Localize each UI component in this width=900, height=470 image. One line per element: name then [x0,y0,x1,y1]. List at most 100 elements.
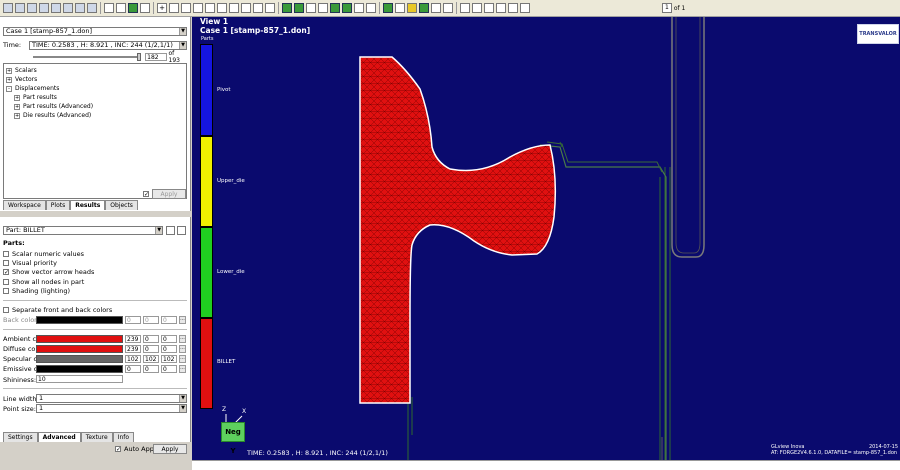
animate-icon[interactable] [460,3,470,13]
collapse-icon[interactable]: - [6,85,12,92]
checkbox-box[interactable] [3,260,9,266]
specular-g[interactable]: 102 [143,355,159,363]
part-next-icon[interactable] [177,225,186,235]
emissive-color-swatch[interactable] [36,365,123,373]
mesh-icon[interactable] [318,3,328,13]
specular-picker-button[interactable]: ... [179,355,186,363]
export-icon[interactable] [51,3,61,13]
tab-settings[interactable]: Settings [3,432,38,442]
checkbox-box[interactable] [3,279,9,285]
ambient-color-swatch[interactable] [36,335,123,343]
part-select[interactable]: Part: BILLET ▼ [3,225,164,235]
checkbox-shading[interactable]: Shading (lighting) [3,286,187,296]
expand-icon[interactable]: + [14,94,20,101]
view-orientation-cube[interactable]: Neg Y [221,422,245,455]
tab-texture[interactable]: Texture [80,432,113,442]
shininess-input[interactable]: 10 [36,375,123,383]
expand-icon[interactable]: + [6,67,12,74]
expand-icon[interactable]: + [14,112,20,119]
specular-b[interactable]: 102 [161,355,177,363]
case-select[interactable]: Case 1 [stamp-857_1.don] ▼ [3,26,187,36]
emissive-picker-button[interactable]: ... [179,365,186,373]
expand-icon[interactable]: + [6,76,12,83]
diffuse-g[interactable]: 0 [143,345,159,353]
back-color-picker-button[interactable]: ... [179,316,186,324]
measure-icon[interactable] [241,3,251,13]
viewport-3d[interactable]: View 1 Case 1 [stamp-857_1.don] Parts Pi… [192,17,900,460]
checkbox-separate-colors[interactable]: Separate front and back colors [3,305,187,315]
shade-icon[interactable] [366,3,376,13]
view-back-icon[interactable] [443,3,453,13]
diffuse-color-swatch[interactable] [36,345,123,353]
mirror-icon[interactable] [265,3,275,13]
view-top-icon[interactable] [383,3,393,13]
zoom-icon[interactable] [181,3,191,13]
ambient-g[interactable]: 0 [143,335,159,343]
first-frame-icon[interactable] [484,3,494,13]
frame-input[interactable]: 1 [662,3,672,13]
graph-icon[interactable] [75,3,85,13]
back-color-b[interactable]: 0 [161,316,177,324]
emissive-g[interactable]: 0 [143,365,159,373]
emissive-b[interactable]: 0 [161,365,177,373]
view-front-icon[interactable] [419,3,429,13]
tab-plots[interactable]: Plots [45,200,71,210]
frame-slider-track[interactable] [33,53,141,61]
apply-button[interactable]: Apply [153,444,187,454]
new-icon[interactable] [3,3,13,13]
cube-iso-icon[interactable] [342,3,352,13]
tree-item-scalars[interactable]: + Scalars [6,66,184,75]
specular-r[interactable]: 102 [125,355,141,363]
time-select[interactable]: TIME: 0.2583 , H: 8.921 , INC: 244 (1/2,… [29,40,187,50]
tab-info[interactable]: Info [112,432,135,442]
tree-item-displacements[interactable]: - Displacements [6,84,184,93]
move-icon[interactable]: + [157,3,167,13]
tree-item-part-results[interactable]: + Part results [6,93,184,102]
view-iso-icon[interactable] [431,3,441,13]
apply-button-top[interactable]: Apply [152,189,186,199]
specular-color-swatch[interactable] [36,355,123,363]
frame-number-input[interactable]: 182 [145,53,167,61]
run-icon[interactable] [128,3,138,13]
checkbox-vector-arrow-heads[interactable]: ✓ Show vector arrow heads [3,267,187,277]
tab-advanced[interactable]: Advanced [37,432,81,442]
auto-apply-checkbox[interactable]: ✓ [115,446,121,453]
ambient-r[interactable]: 239 [125,335,141,343]
point-size-select[interactable]: 1 ▼ [36,404,187,413]
light-icon[interactable] [354,3,364,13]
prev-frame-icon[interactable] [496,3,506,13]
play-icon[interactable] [508,3,518,13]
checkbox-box-checked[interactable]: ✓ [3,269,9,276]
image-icon[interactable] [63,3,73,13]
tree-item-die-results-advanced[interactable]: + Die results (Advanced) [6,111,184,120]
apply-checkbox[interactable]: ✓ [143,191,149,198]
rotate-icon[interactable] [169,3,179,13]
section-icon[interactable] [253,3,263,13]
tab-objects[interactable]: Objects [105,200,138,210]
ambient-b[interactable]: 0 [161,335,177,343]
tree-item-part-results-advanced[interactable]: + Part results (Advanced) [6,102,184,111]
save-icon[interactable] [27,3,37,13]
diffuse-picker-button[interactable]: ... [179,345,186,353]
splitter[interactable] [0,211,191,217]
part-prev-icon[interactable] [166,225,176,235]
settings-icon[interactable] [140,3,150,13]
frame-slider-handle[interactable] [137,53,141,61]
pick-icon[interactable] [229,3,239,13]
tree-item-vectors[interactable]: + Vectors [6,75,184,84]
checkbox-box[interactable] [3,288,9,294]
cube-icon[interactable] [282,3,292,13]
view-right-icon[interactable] [407,3,417,13]
view-left-icon[interactable] [395,3,405,13]
checkbox-box[interactable] [3,251,9,257]
tab-workspace[interactable]: Workspace [3,200,46,210]
next-frame-icon[interactable] [520,3,530,13]
view-icon[interactable] [104,3,114,13]
fit-icon[interactable] [205,3,215,13]
open-icon[interactable] [15,3,25,13]
diffuse-b[interactable]: 0 [161,345,177,353]
checkbox-box[interactable] [3,307,9,313]
tab-results[interactable]: Results [70,200,106,210]
folder-icon[interactable] [39,3,49,13]
back-color-g[interactable]: 0 [143,316,159,324]
